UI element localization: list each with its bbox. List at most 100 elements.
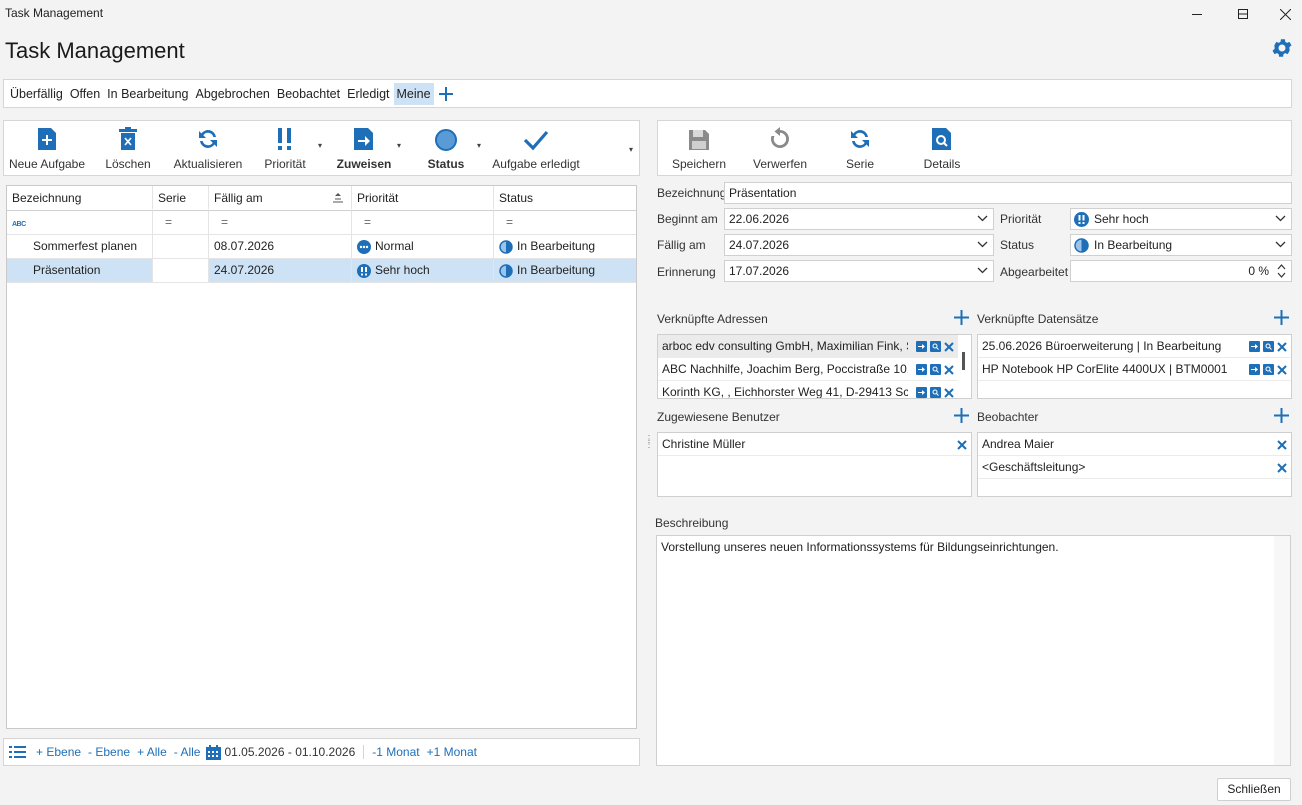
open-link-icon[interactable]: [916, 341, 927, 352]
status-select[interactable]: In Bearbeitung: [1070, 234, 1292, 256]
table-row[interactable]: Sommerfest planen 08.07.2026 Normal In B…: [7, 235, 636, 259]
description-textarea[interactable]: Vorstellung unseres neuen Informationssy…: [656, 535, 1291, 766]
remove-icon[interactable]: [1277, 462, 1287, 473]
minimize-button[interactable]: [1174, 0, 1220, 28]
start-date-value: 22.06.2026: [729, 212, 790, 226]
tab-cancelled[interactable]: Abgebrochen: [192, 83, 272, 105]
priority-normal-icon: [357, 239, 371, 254]
table-row[interactable]: Präsentation 24.07.2026 Sehr hoch In Bea…: [7, 259, 636, 283]
remove-icon[interactable]: [944, 341, 954, 352]
close-icon: [1279, 8, 1291, 20]
save-icon: [689, 130, 709, 150]
open-link-icon[interactable]: [916, 364, 927, 375]
list-item[interactable]: <Geschäftsleitung>: [978, 456, 1291, 479]
reminder-date-picker[interactable]: 17.07.2026: [724, 260, 994, 282]
next-month-link[interactable]: +1 Monat: [427, 745, 477, 759]
filter-status-cell[interactable]: =: [494, 211, 636, 234]
filter-due-cell[interactable]: =: [209, 211, 352, 234]
tab-mine[interactable]: Meine: [393, 82, 434, 105]
remove-level-link[interactable]: - Ebene: [88, 745, 130, 759]
due-date-picker[interactable]: 24.07.2026: [724, 234, 994, 256]
description-scrollbar[interactable]: [1274, 536, 1290, 765]
due-date-value: 24.07.2026: [729, 238, 790, 252]
open-link-icon[interactable]: [916, 387, 927, 398]
list-item[interactable]: arboc edv consulting GmbH, Maximilian Fi…: [658, 335, 958, 358]
tab-overdue[interactable]: Überfällig: [7, 83, 66, 105]
search-record-icon[interactable]: [1263, 364, 1274, 375]
series-refresh-icon: [851, 130, 869, 148]
list-item[interactable]: 25.06.2026 Büroerweiterung | In Bearbeit…: [978, 335, 1291, 358]
status-button[interactable]: Status: [424, 121, 468, 173]
close-button[interactable]: Schließen: [1217, 778, 1291, 801]
column-header-series[interactable]: Serie: [153, 186, 209, 209]
filter-series-cell[interactable]: =: [153, 211, 209, 234]
remove-icon[interactable]: [957, 439, 967, 450]
assign-button[interactable]: Zuweisen: [336, 121, 392, 173]
filter-priority-cell[interactable]: =: [352, 211, 494, 234]
search-record-icon[interactable]: [930, 387, 941, 398]
toolbar-overflow-arrow[interactable]: ▾: [629, 145, 633, 154]
delete-task-button[interactable]: Löschen: [102, 121, 154, 173]
priority-select[interactable]: Sehr hoch: [1070, 208, 1292, 230]
priority-button[interactable]: Priorität: [260, 121, 310, 173]
minimize-icon: [1192, 14, 1202, 15]
priority-dropdown-arrow[interactable]: ▾: [318, 141, 322, 150]
remove-icon[interactable]: [944, 364, 954, 375]
collapse-all-link[interactable]: - Alle: [174, 745, 201, 759]
column-header-status[interactable]: Status: [494, 186, 636, 209]
save-button[interactable]: Speichern: [670, 121, 728, 173]
close-window-button[interactable]: [1262, 0, 1302, 28]
search-record-icon[interactable]: [930, 364, 941, 375]
task-priority-cell: Normal: [352, 235, 494, 258]
date-range-button[interactable]: [206, 744, 222, 760]
tab-observed[interactable]: Beobachtet: [274, 83, 343, 105]
remove-icon[interactable]: [1277, 364, 1287, 375]
column-header-priority[interactable]: Priorität: [352, 186, 494, 209]
tab-done[interactable]: Erledigt: [344, 83, 392, 105]
progress-spinner[interactable]: 0 %: [1070, 260, 1292, 282]
expand-all-link[interactable]: + Alle: [137, 745, 167, 759]
name-field[interactable]: Präsentation: [724, 182, 1292, 204]
task-done-button[interactable]: Aufgabe erledigt: [488, 121, 584, 173]
open-link-icon[interactable]: [1249, 341, 1260, 352]
details-button[interactable]: Details: [916, 121, 968, 173]
status-dropdown-arrow[interactable]: ▾: [477, 141, 481, 150]
new-task-button[interactable]: Neue Aufgabe: [8, 121, 86, 173]
remove-icon[interactable]: [944, 387, 954, 398]
grid-bottom-bar: + Ebene - Ebene + Alle - Alle 01.05.2026…: [3, 738, 640, 766]
previous-month-link[interactable]: -1 Monat: [372, 745, 419, 759]
settings-button[interactable]: [1270, 36, 1294, 60]
list-item[interactable]: Korinth KG, , Eichhorster Weg 41, D-2941…: [658, 381, 958, 398]
refresh-button[interactable]: Aktualisieren: [170, 121, 246, 173]
list-item[interactable]: HP Notebook HP CorElite 4400UX | BTM0001: [978, 358, 1291, 381]
series-button[interactable]: Serie: [834, 121, 886, 173]
open-link-icon[interactable]: [1249, 364, 1260, 375]
add-tab-button[interactable]: [438, 86, 454, 102]
list-item[interactable]: Andrea Maier: [978, 433, 1291, 456]
search-record-icon[interactable]: [1263, 341, 1274, 352]
filter-name-cell[interactable]: ABC: [7, 211, 153, 234]
add-record-button[interactable]: [1274, 310, 1289, 325]
column-header-due[interactable]: Fällig am: [209, 186, 352, 209]
discard-button[interactable]: Verwerfen: [750, 121, 810, 173]
list-view-button[interactable]: [9, 745, 26, 759]
task-grid: Bezeichnung Serie Fällig am Priorität St…: [6, 185, 637, 729]
add-observer-button[interactable]: [1274, 408, 1289, 423]
scrollbar-thumb[interactable]: [962, 352, 965, 370]
assign-dropdown-arrow[interactable]: ▾: [397, 141, 401, 150]
drag-handle-icon[interactable]: ⋮ ⋮: [644, 435, 654, 450]
remove-icon[interactable]: [1277, 439, 1287, 450]
add-level-link[interactable]: + Ebene: [36, 745, 81, 759]
search-record-icon[interactable]: [930, 341, 941, 352]
list-item[interactable]: Christine Müller: [658, 433, 971, 456]
list-item[interactable]: ABC Nachhilfe, Joachim Berg, Poccistraße…: [658, 358, 958, 381]
add-user-button[interactable]: [954, 408, 969, 423]
column-header-name[interactable]: Bezeichnung: [7, 186, 153, 209]
add-address-button[interactable]: [954, 310, 969, 325]
tab-open[interactable]: Offen: [67, 83, 103, 105]
start-date-label: Beginnt am: [657, 212, 718, 226]
maximize-button[interactable]: [1220, 0, 1266, 28]
remove-icon[interactable]: [1277, 341, 1287, 352]
start-date-picker[interactable]: 22.06.2026: [724, 208, 994, 230]
tab-in-progress[interactable]: In Bearbeitung: [104, 83, 191, 105]
